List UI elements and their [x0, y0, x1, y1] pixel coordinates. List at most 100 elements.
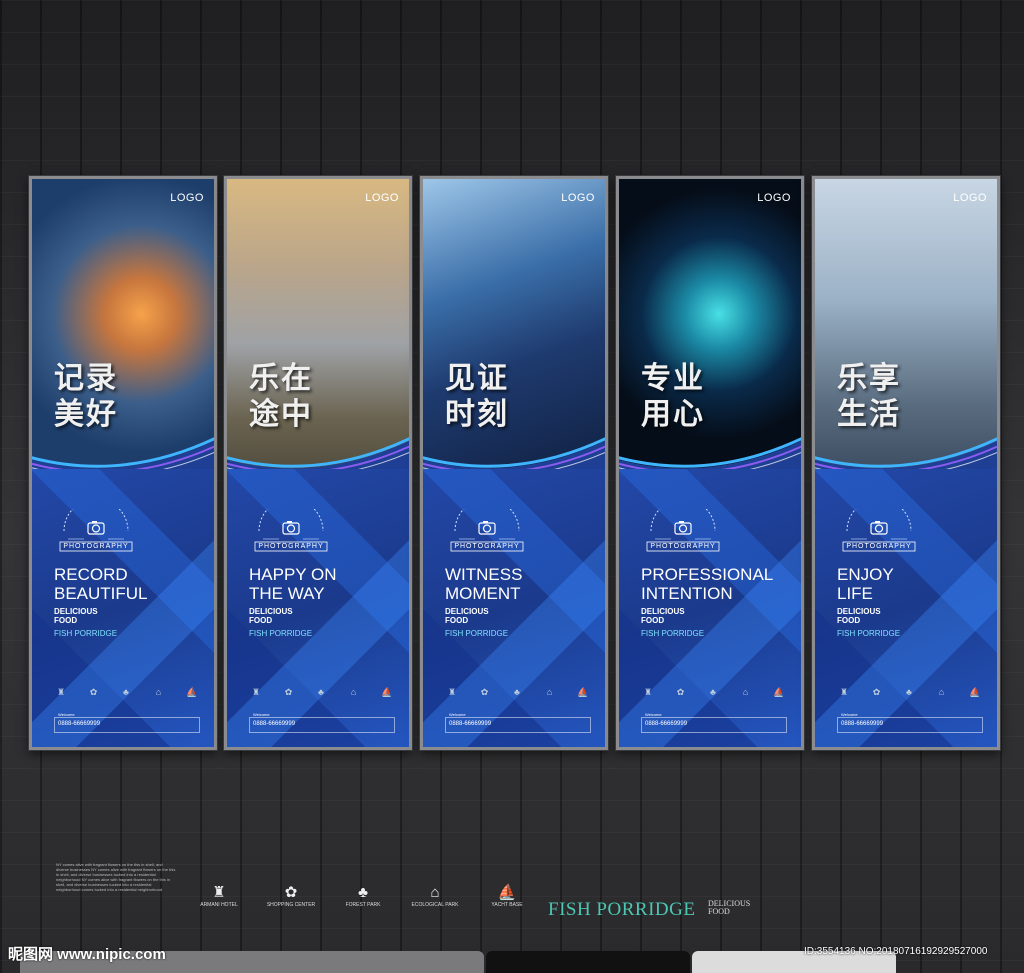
badge-label: PHOTOGRAPHY — [454, 543, 520, 550]
flower-icon: ✿ — [284, 884, 298, 901]
mini-icon-row: ♜ ✿ ♣ ⌂ ⛵ — [839, 687, 980, 697]
chinese-title: 乐在 途中 — [249, 361, 329, 433]
hotel-icon: ♜ — [56, 687, 66, 697]
badge-label: PHOTOGRAPHY — [258, 543, 324, 550]
poster-panel: LOGO 专业 用心 PHOTOGRAPHY PROFESSIONAL INTENT… — [616, 176, 804, 750]
logo-text: LOGO — [953, 192, 987, 204]
yacht-icon: ⛵ — [497, 884, 517, 901]
chinese-title: 乐享 生活 — [837, 361, 917, 433]
yacht-icon: ⛵ — [773, 687, 785, 697]
flower-icon: ✿ — [872, 687, 881, 697]
english-title-line: MOMENT — [445, 584, 521, 603]
yacht-icon: ⛵ — [381, 687, 393, 697]
phone-number: 0888-66669999 — [841, 721, 884, 727]
mini-icon-row: ♜ ✿ ♣ ⌂ ⛵ — [643, 687, 785, 697]
pavilion-icon: ⌂ — [430, 884, 440, 901]
bottom-icon-row: ♜ ARMANI HOTEL ✿ SHOPPING CENTER ♣ FOREST P… — [190, 884, 536, 908]
contact-label: Welcome — [253, 712, 270, 717]
footer-bar — [486, 951, 690, 973]
chinese-title-line: 生活 — [837, 398, 901, 431]
english-title: PROFESSIONAL INTENTION — [641, 565, 773, 603]
subtitle-line: DELICIOUS — [249, 607, 293, 616]
phone-number: 0888-66669999 — [449, 721, 492, 727]
pavilion-icon: ⌂ — [546, 687, 553, 697]
watermark-id: ID:3554136 NO:20180716192929527000 — [804, 946, 988, 957]
yacht-icon: ⛵ — [186, 687, 198, 697]
bottom-icon-yacht: ⛵ YACHT BASE — [478, 884, 536, 908]
poster-panel: LOGO 乐在 途中 PHOTOGRAPHY HAPPY ON THE WAY DE… — [224, 176, 412, 750]
subtitle: DELICIOUS FOOD — [641, 607, 685, 625]
flower-icon: ✿ — [284, 687, 293, 697]
english-title-line: THE WAY — [249, 584, 325, 603]
contact-label: Welcome — [449, 712, 466, 717]
bottom-icon-ecological: ⌂ ECOLOGICAL PARK — [406, 884, 464, 908]
poster-panel: LOGO 记录 美好 PHOTOGRAPHY RECORD BEAUTIFUL DE… — [29, 176, 217, 750]
chinese-title-line: 记录 — [54, 362, 118, 395]
subtitle-line: FOOD — [837, 616, 861, 625]
chinese-title-line: 用心 — [641, 398, 705, 431]
pavilion-icon: ⌂ — [350, 687, 357, 697]
poster-panel: LOGO 见证 时刻 PHOTOGRAPHY WITNESS MOMENT DELI… — [420, 176, 608, 750]
subtitle: DELICIOUS FOOD — [54, 607, 98, 625]
logo: LOGO — [170, 193, 204, 204]
subtitle-line: FOOD — [445, 616, 469, 625]
fish-porridge-label: FISH PORRIDGE — [837, 629, 901, 638]
contact-label: Welcome — [841, 712, 858, 717]
badge-label: PHOTOGRAPHY — [63, 543, 129, 550]
mini-icon-row: ♜ ✿ ♣ ⌂ ⛵ — [56, 687, 198, 697]
brand-fish-porridge: FISH PORRIDGE — [548, 899, 696, 920]
chinese-title-line: 见证 — [445, 362, 509, 395]
logo-text: LOGO — [757, 192, 791, 204]
flower-icon: ✿ — [480, 687, 489, 697]
poster-panel: LOGO 乐享 生活 PHOTOGRAPHY ENJOY LIFE DELICIOU… — [812, 176, 1000, 750]
contact-box: Welcome 0888-66669999 — [837, 712, 983, 733]
mini-icon-row: ♜ ✿ ♣ ⌂ ⛵ — [447, 687, 589, 697]
subtitle-line: FOOD — [641, 616, 665, 625]
fish-porridge-label: FISH PORRIDGE — [641, 629, 705, 638]
contact-label: Welcome — [645, 712, 662, 717]
logo: LOGO — [365, 193, 399, 204]
hotel-icon: ♜ — [447, 687, 457, 697]
hotel-icon: ♜ — [251, 687, 261, 697]
hotel-icon: ♜ — [839, 687, 849, 697]
brand-food: FOOD — [708, 907, 730, 916]
chinese-title-line: 途中 — [249, 398, 313, 431]
english-title: ENJOY LIFE — [837, 565, 894, 603]
english-title-line: RECORD — [54, 565, 128, 584]
hotel-icon: ♜ — [212, 884, 226, 901]
brand-delicious-food: DELICIOUS FOOD — [708, 900, 750, 916]
pavilion-icon: ⌂ — [938, 687, 945, 697]
bottom-icon-label: YACHT BASE — [491, 902, 523, 908]
subtitle-line: DELICIOUS — [445, 607, 489, 616]
chinese-title-line: 乐在 — [249, 362, 313, 395]
phone-number: 0888-66669999 — [645, 721, 688, 727]
logo: LOGO — [757, 193, 791, 204]
contact-box: Welcome 0888-66669999 — [641, 712, 787, 733]
english-title-line: HAPPY ON — [249, 565, 337, 584]
chinese-title: 见证 时刻 — [445, 361, 525, 433]
tree-icon: ♣ — [358, 884, 368, 901]
chinese-title-line: 美好 — [54, 398, 118, 431]
yacht-icon: ⛵ — [577, 687, 589, 697]
chinese-title: 记录 美好 — [54, 361, 134, 433]
logo-text: LOGO — [561, 192, 595, 204]
mini-icon-row: ♜ ✿ ♣ ⌂ ⛵ — [251, 687, 393, 697]
english-title-line: PROFESSIONAL — [641, 565, 774, 584]
badge-label: PHOTOGRAPHY — [846, 543, 912, 550]
english-title-line: BEAUTIFUL — [54, 584, 148, 603]
tree-icon: ♣ — [710, 687, 716, 697]
subtitle-line: DELICIOUS — [837, 607, 881, 616]
subtitle-line: FOOD — [54, 616, 78, 625]
subtitle-line: FOOD — [249, 616, 273, 625]
english-title: RECORD BEAUTIFUL — [54, 565, 148, 603]
chinese-title: 专业 用心 — [641, 361, 721, 433]
english-title: WITNESS MOMENT — [445, 565, 522, 603]
watermark-site[interactable]: 昵图网 www.nipic.com — [8, 943, 166, 964]
pavilion-icon: ⌂ — [742, 687, 749, 697]
tree-icon: ♣ — [906, 687, 912, 697]
fish-porridge-label: FISH PORRIDGE — [445, 629, 509, 638]
phone-number: 0888-66669999 — [253, 721, 296, 727]
bottom-icon-label: SHOPPING CENTER — [266, 902, 316, 908]
contact-box: Welcome 0888-66669999 — [445, 712, 591, 733]
fish-porridge-label: FISH PORRIDGE — [249, 629, 313, 638]
